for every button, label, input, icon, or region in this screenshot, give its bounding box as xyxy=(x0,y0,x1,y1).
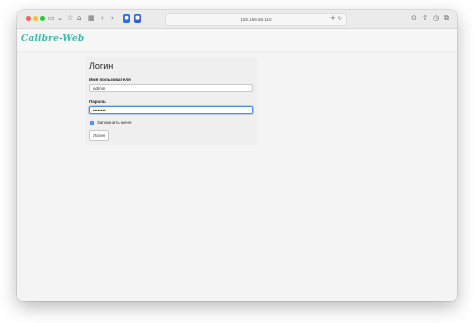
close-window-button[interactable] xyxy=(26,16,31,21)
share-icon[interactable]: ⇧ xyxy=(422,13,428,24)
extension-icon[interactable]: ● xyxy=(123,14,130,23)
history-icon[interactable]: ◷ xyxy=(433,13,439,24)
username-value: admin xyxy=(93,86,106,91)
username-label: Имя пользователя xyxy=(89,77,131,82)
password-label: Пароль xyxy=(89,99,106,104)
reload-icon[interactable]: ↻ xyxy=(338,14,342,25)
address-text: 192.168.68.110 xyxy=(240,17,272,22)
login-button[interactable]: Логин xyxy=(89,130,110,141)
site-header: Calibre-Web xyxy=(17,29,457,52)
grid-icon[interactable]: ▦ xyxy=(88,13,95,24)
zoom-window-button[interactable] xyxy=(40,16,45,21)
sidebar-icon[interactable]: ▭ xyxy=(48,13,55,24)
forward-icon[interactable]: › xyxy=(111,13,114,24)
minimize-window-button[interactable] xyxy=(33,16,38,21)
web-page: Calibre-Web Логин Имя пользователя admin… xyxy=(17,29,457,301)
shield-icon[interactable]: ⌂ xyxy=(77,13,81,24)
site-logo[interactable]: Calibre-Web xyxy=(21,34,84,44)
tabs-icon[interactable]: ⧉ xyxy=(444,13,449,24)
plus-icon[interactable]: + xyxy=(330,13,336,24)
login-form: Логин Имя пользователя admin Пароль ••••… xyxy=(85,57,257,145)
username-field[interactable]: admin xyxy=(89,84,253,92)
browser-toolbar: ▭ ⌄ ☆ ⌂ ▦ ‹ › ● ■ 192.168.68.110 ↻ + ⊙ ⇧… xyxy=(17,10,457,29)
browser-window: ▭ ⌄ ☆ ⌂ ▦ ‹ › ● ■ 192.168.68.110 ↻ + ⊙ ⇧… xyxy=(17,10,457,301)
star-icon[interactable]: ☆ xyxy=(67,13,73,24)
download-icon[interactable]: ⊙ xyxy=(411,13,417,24)
extension-icon[interactable]: ■ xyxy=(134,14,141,23)
remember-me-checkbox[interactable]: ✓ xyxy=(90,121,94,125)
password-value: •••••••• xyxy=(93,108,106,113)
remember-me-label[interactable]: Запомнить меня xyxy=(97,120,131,125)
password-field[interactable]: •••••••• xyxy=(89,106,253,114)
chevron-down-icon[interactable]: ⌄ xyxy=(57,13,63,24)
page-title: Логин xyxy=(89,61,114,71)
address-bar[interactable]: 192.168.68.110 ↻ xyxy=(165,13,347,26)
back-icon[interactable]: ‹ xyxy=(101,13,104,24)
